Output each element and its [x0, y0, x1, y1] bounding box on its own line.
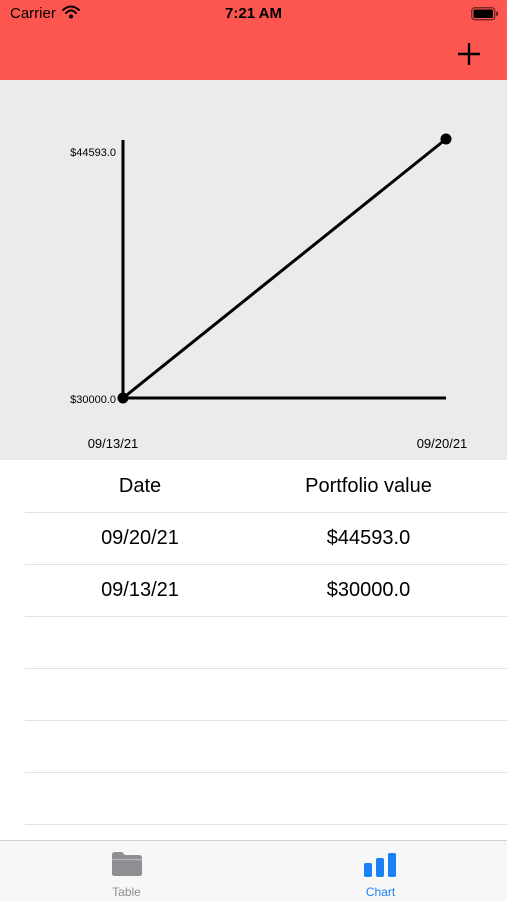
x-tick-label: 09/20/21 [417, 436, 468, 451]
clock: 7:21 AM [225, 5, 282, 22]
navigation-bar: Carrier 7:21 AM [0, 0, 507, 80]
row-divider [25, 824, 507, 825]
data-point [440, 133, 452, 145]
date-column-header: Date [118, 475, 162, 497]
tab-table[interactable]: Table [0, 841, 253, 901]
series-line [122, 137, 447, 400]
y-tick-label: $30000.0 [70, 394, 116, 406]
row-divider [25, 720, 507, 721]
row-value: $44593.0 [326, 527, 411, 549]
tab-chart[interactable]: Chart [254, 841, 507, 901]
table-row[interactable]: 09/20/21 $44593.0 [0, 512, 507, 564]
table-row[interactable]: 09/13/21 $30000.0 [0, 564, 507, 616]
y-tick-label: $44593.0 [70, 147, 116, 159]
status-bar: Carrier 7:21 AM [0, 0, 507, 30]
row-date: 09/20/21 [101, 527, 179, 549]
row-divider [25, 668, 507, 669]
folder-icon [111, 851, 143, 882]
add-button[interactable] [455, 40, 483, 68]
row-divider [25, 772, 507, 773]
tab-bar: Table Chart [0, 840, 507, 901]
portfolio-chart: $44593.0 $30000.0 09/13/21 09/20/21 [0, 80, 507, 460]
plus-icon [458, 43, 480, 65]
tab-table-label: Table [112, 885, 141, 899]
table-header: Date Portfolio value [0, 460, 507, 512]
value-column-header: Portfolio value [305, 475, 432, 497]
bar-chart-icon [363, 852, 397, 883]
battery-icon [471, 7, 499, 26]
row-date: 09/13/21 [101, 579, 179, 601]
tab-chart-label: Chart [365, 885, 396, 899]
row-divider [25, 616, 507, 617]
line-chart: $44593.0 $30000.0 09/13/21 09/20/21 [70, 133, 468, 451]
row-value: $30000.0 [326, 579, 411, 601]
x-tick-label: 09/13/21 [88, 436, 139, 451]
data-point [117, 392, 129, 404]
